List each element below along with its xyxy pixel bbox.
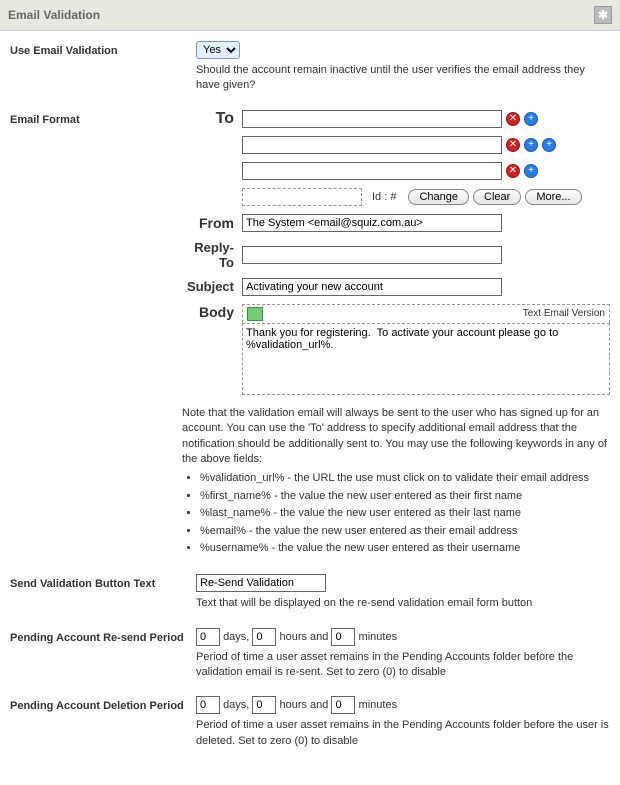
- delete-hours-input[interactable]: [252, 696, 276, 714]
- change-button[interactable]: Change: [408, 189, 469, 205]
- delete-period-help: Period of time a user asset remains in t…: [196, 718, 610, 749]
- keyword-item: %first_name% - the value the new user en…: [200, 489, 610, 504]
- subject-label: Subject: [182, 279, 242, 294]
- add-icon[interactable]: +: [524, 138, 538, 152]
- use-validation-label: Use Email Validation: [10, 41, 196, 57]
- button-text-label: Send Validation Button Text: [10, 574, 196, 590]
- days-label: days,: [223, 631, 249, 643]
- from-input[interactable]: [242, 214, 502, 232]
- favorite-icon[interactable]: ✱: [594, 6, 612, 24]
- delete-icon[interactable]: ✕: [506, 112, 520, 126]
- resend-period-help: Period of time a user asset remains in t…: [196, 650, 610, 681]
- resend-minutes-input[interactable]: [331, 628, 355, 646]
- delete-days-input[interactable]: [196, 696, 220, 714]
- use-validation-select[interactable]: Yes: [196, 41, 240, 59]
- use-validation-help: Should the account remain inactive until…: [196, 63, 610, 94]
- more-button[interactable]: More...: [525, 189, 581, 205]
- add-icon[interactable]: +: [524, 112, 538, 126]
- id-label: Id : #: [372, 191, 396, 203]
- button-text-input[interactable]: [196, 574, 326, 592]
- replyto-label: Reply-To: [182, 240, 242, 270]
- delete-minutes-input[interactable]: [331, 696, 355, 714]
- body-label: Body: [182, 304, 242, 320]
- body-textarea[interactable]: [242, 323, 610, 395]
- subject-input[interactable]: [242, 278, 502, 296]
- add-icon[interactable]: +: [524, 164, 538, 178]
- hours-label: hours and: [279, 699, 328, 711]
- asset-picker[interactable]: [242, 188, 362, 206]
- to-input-2[interactable]: [242, 136, 502, 154]
- wysiwyg-icon[interactable]: [247, 307, 263, 321]
- to-input-3[interactable]: [242, 162, 502, 180]
- delete-icon[interactable]: ✕: [506, 138, 520, 152]
- body-toolbar: Text Email Version: [242, 304, 610, 323]
- section-title: Email Validation: [8, 8, 100, 22]
- keyword-item: %username% - the value the new user ente…: [200, 541, 610, 556]
- resend-hours-input[interactable]: [252, 628, 276, 646]
- resend-period-label: Pending Account Re-send Period: [10, 628, 196, 644]
- section-titlebar: Email Validation ✱: [0, 0, 620, 31]
- delete-period-label: Pending Account Deletion Period: [10, 696, 196, 712]
- button-text-help: Text that will be displayed on the re-se…: [196, 596, 610, 611]
- text-version-label: Text Email Version: [523, 308, 605, 319]
- to-input-1[interactable]: [242, 110, 502, 128]
- add-icon[interactable]: +: [542, 138, 556, 152]
- clear-button[interactable]: Clear: [473, 189, 521, 205]
- minutes-label: minutes: [359, 631, 398, 643]
- replyto-input[interactable]: [242, 246, 502, 264]
- email-format-label: Email Format: [10, 110, 182, 126]
- hours-label: hours and: [279, 631, 328, 643]
- from-label: From: [182, 215, 242, 231]
- to-label: To: [182, 110, 242, 128]
- keyword-list: %validation_url% - the URL the use must …: [200, 471, 610, 556]
- keyword-item: %email% - the value the new user entered…: [200, 524, 610, 539]
- minutes-label: minutes: [359, 699, 398, 711]
- resend-days-input[interactable]: [196, 628, 220, 646]
- delete-icon[interactable]: ✕: [506, 164, 520, 178]
- email-format-note: Note that the validation email will alwa…: [182, 406, 610, 468]
- keyword-item: %last_name% - the value the new user ent…: [200, 506, 610, 521]
- keyword-item: %validation_url% - the URL the use must …: [200, 471, 610, 486]
- days-label: days,: [223, 699, 249, 711]
